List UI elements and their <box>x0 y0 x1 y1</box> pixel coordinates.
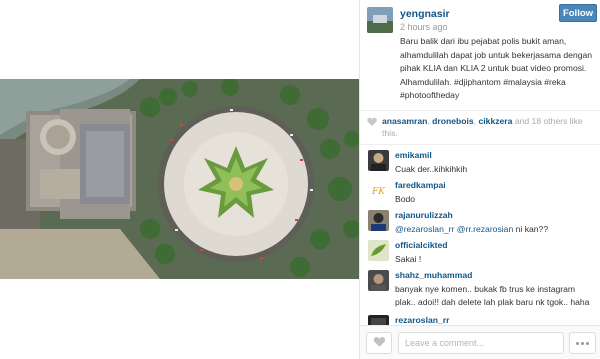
author-username[interactable]: yengnasir <box>400 8 450 20</box>
comment-username[interactable]: rezaroslan_rr <box>395 315 449 325</box>
comment-username[interactable]: rajanurulizzah <box>395 210 453 220</box>
comment-text: Sakai ! <box>395 254 422 264</box>
comment-text-body: ni kan?? <box>513 224 549 234</box>
comment-text: Cuak der..kihkihkih <box>395 164 468 174</box>
comment-username[interactable]: emikamil <box>395 150 432 160</box>
comment-input[interactable] <box>398 332 564 354</box>
comment-text: banyak nye komen.. bukak fb trus ke inst… <box>395 284 590 307</box>
comment-text: @rezaroslan_rr @rr.rezarosian ni kan?? <box>395 223 595 236</box>
follow-button[interactable]: Follow <box>559 4 597 22</box>
comment-username[interactable]: faredkampai <box>395 180 446 190</box>
user-avatar[interactable] <box>367 7 393 33</box>
dot <box>576 341 579 345</box>
post-photo[interactable] <box>0 79 359 279</box>
dot <box>581 341 584 345</box>
likes-section: anasamran, dronebois, cikkzera and 18 ot… <box>360 110 600 145</box>
heart-icon <box>367 117 377 127</box>
comment-username[interactable]: shahz_muhammad <box>395 270 472 280</box>
commenter-avatar[interactable] <box>368 240 389 261</box>
like-user-link[interactable]: cikkzera <box>479 116 513 126</box>
post-header: yengnasir 2 hours ago Follow Baru balik … <box>360 0 600 110</box>
post-timestamp[interactable]: 2 hours ago <box>400 22 448 32</box>
dot <box>586 341 589 345</box>
photo-pane <box>0 0 359 359</box>
more-options-button[interactable] <box>569 332 596 354</box>
svg-text:FK: FK <box>371 187 386 197</box>
comment-username[interactable]: officialcikted <box>395 240 448 250</box>
post-caption: Baru balik dari ibu pejabat polis bukit … <box>400 36 593 101</box>
comment-footer <box>360 325 600 359</box>
likes-text: anasamran, dronebois, cikkzera and 18 ot… <box>382 116 583 138</box>
comment-mentions[interactable]: @rezaroslan_rr @rr.rezarosian <box>395 224 513 234</box>
commenter-avatar[interactable] <box>368 210 389 231</box>
commenter-avatar[interactable] <box>368 150 389 171</box>
comments-list[interactable]: emikamil Cuak der..kihkihkih FK faredkam… <box>360 145 600 325</box>
commenter-avatar[interactable] <box>368 315 389 325</box>
like-button[interactable] <box>366 332 392 354</box>
commenter-avatar[interactable] <box>368 270 389 291</box>
comment-text: Bodo <box>395 194 416 204</box>
commenter-avatar[interactable]: FK <box>368 180 389 201</box>
like-user-link[interactable]: dronebois <box>432 116 474 126</box>
post-sidebar: yengnasir 2 hours ago Follow Baru balik … <box>359 0 600 359</box>
like-user-link[interactable]: anasamran <box>382 116 427 126</box>
heart-icon <box>373 336 386 350</box>
